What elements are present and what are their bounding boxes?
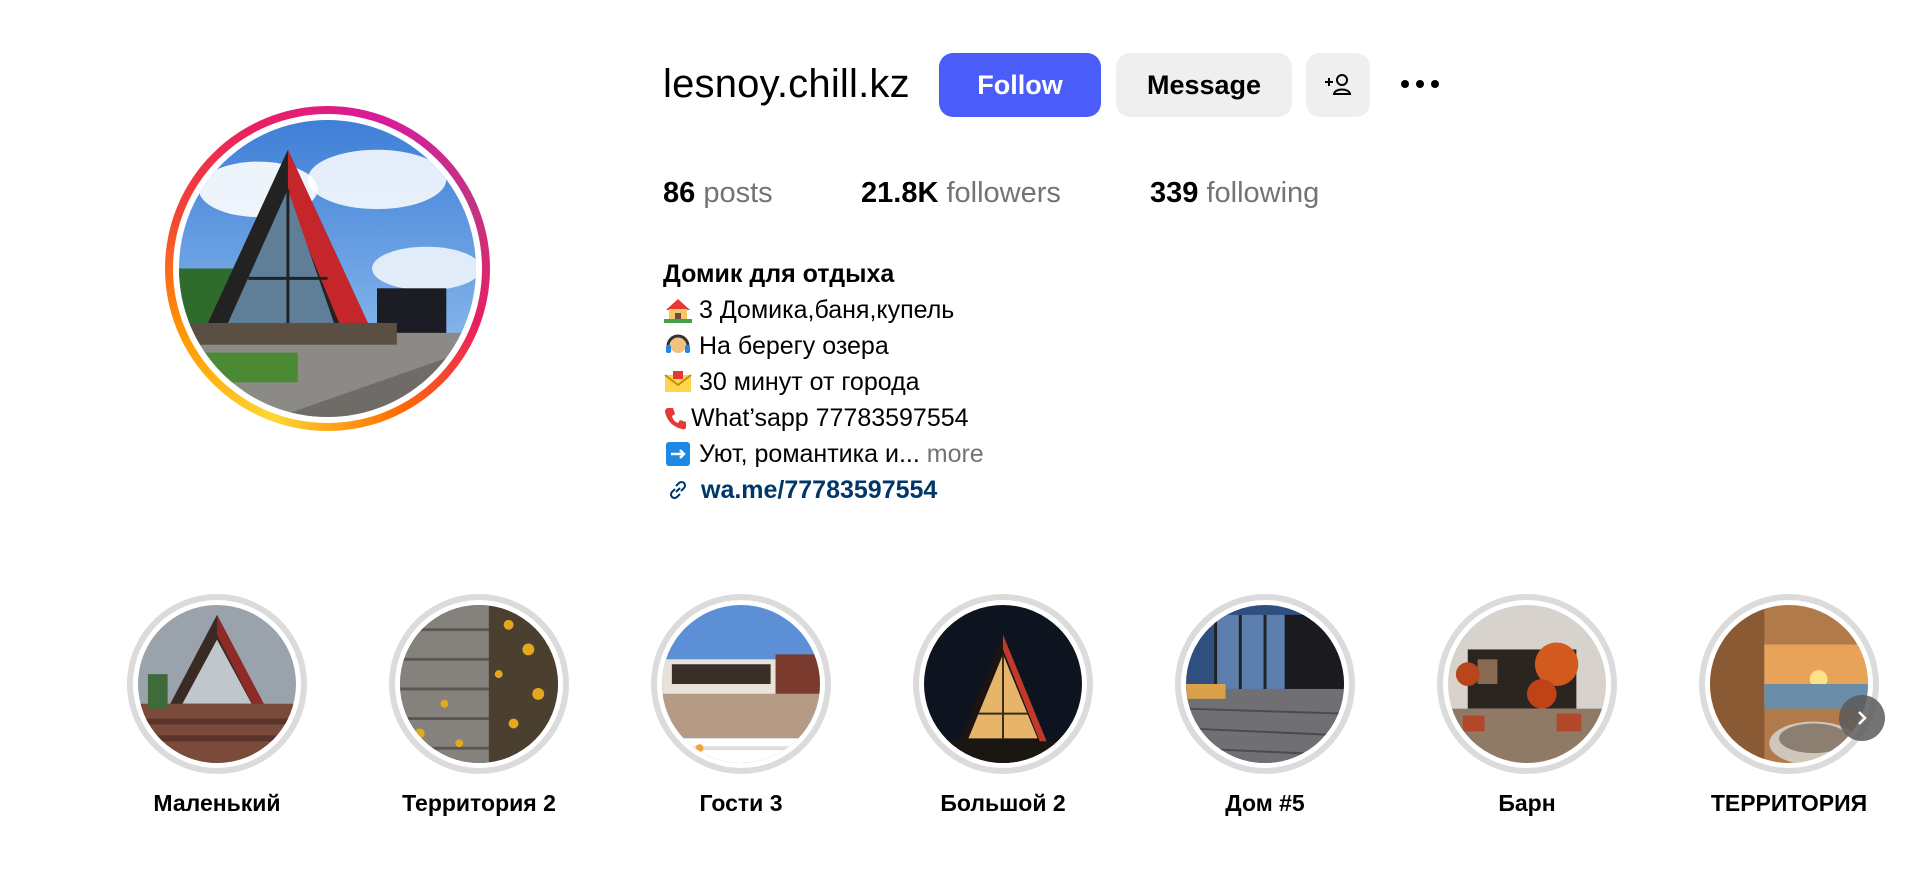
bio-line: 30 минут от города [663,364,984,400]
highlight-item[interactable]: Барн [1437,594,1617,817]
highlight-label: Барн [1498,790,1556,816]
bio-line: На берегу озера [663,328,984,364]
highlight-cover [138,605,296,763]
highlight-label: Маленький [153,790,281,816]
profile-avatar-ring[interactable] [165,106,490,431]
posts-count: 86 posts [663,177,773,209]
bio-line: Уют, романтика и... more [663,436,984,472]
followers-link[interactable]: 21.8K followers [861,177,1061,210]
highlights-next-button[interactable] [1839,695,1885,741]
more-options-button[interactable] [1390,62,1450,106]
highlight-item[interactable]: Большой 2 [913,594,1093,817]
story-highlights: Маленький Территория 2 Гости 3 Большой 2… [0,594,1920,834]
house-emoji-icon [663,296,693,324]
dot-icon [1401,80,1409,88]
suggest-accounts-button[interactable] [1306,53,1370,117]
following-link[interactable]: 339 following [1150,177,1319,210]
highlight-label: Гости 3 [699,790,783,816]
dot-icon [1431,80,1439,88]
highlight-cover [1710,605,1868,763]
link-icon [663,477,693,503]
highlight-label: ТЕРРИТОРИЯ [1710,790,1868,816]
chevron-right-icon [1858,711,1867,725]
highlight-label: Дом #5 [1225,790,1305,816]
profile-bio: Домик для отдыха 3 Домика,баня,купель На… [663,256,984,508]
highlight-cover [924,605,1082,763]
highlight-item[interactable]: Гости 3 [651,594,831,817]
highlight-item[interactable]: Территория 2 [389,594,569,817]
profile-username: lesnoy.chill.kz [663,62,910,106]
bio-name: Домик для отдыха [663,260,895,288]
profile-avatar [179,120,476,417]
right-arrow-emoji-icon [663,440,693,468]
highlight-cover [1186,605,1344,763]
bio-line: 3 Домика,баня,купель [663,292,984,328]
telephone-emoji-icon [663,404,689,432]
bio-more-button[interactable]: more [927,436,984,472]
highlight-item[interactable]: Дом #5 [1175,594,1355,817]
highlight-cover [400,605,558,763]
bio-link[interactable]: wa.me/77783597554 [663,472,984,508]
headset-emoji-icon [663,332,693,360]
highlight-cover [1448,605,1606,763]
envelope-emoji-icon [663,368,693,396]
highlight-label: Территория 2 [402,790,556,816]
highlight-cover [662,605,820,763]
dot-icon [1416,80,1424,88]
highlight-label: Большой 2 [940,790,1066,816]
follow-button[interactable]: Follow [939,53,1101,117]
add-user-icon [1325,74,1352,95]
message-button[interactable]: Message [1116,53,1292,117]
bio-line: What’sapp 77783597554 [663,400,984,436]
highlight-item[interactable]: Маленький [127,594,307,817]
